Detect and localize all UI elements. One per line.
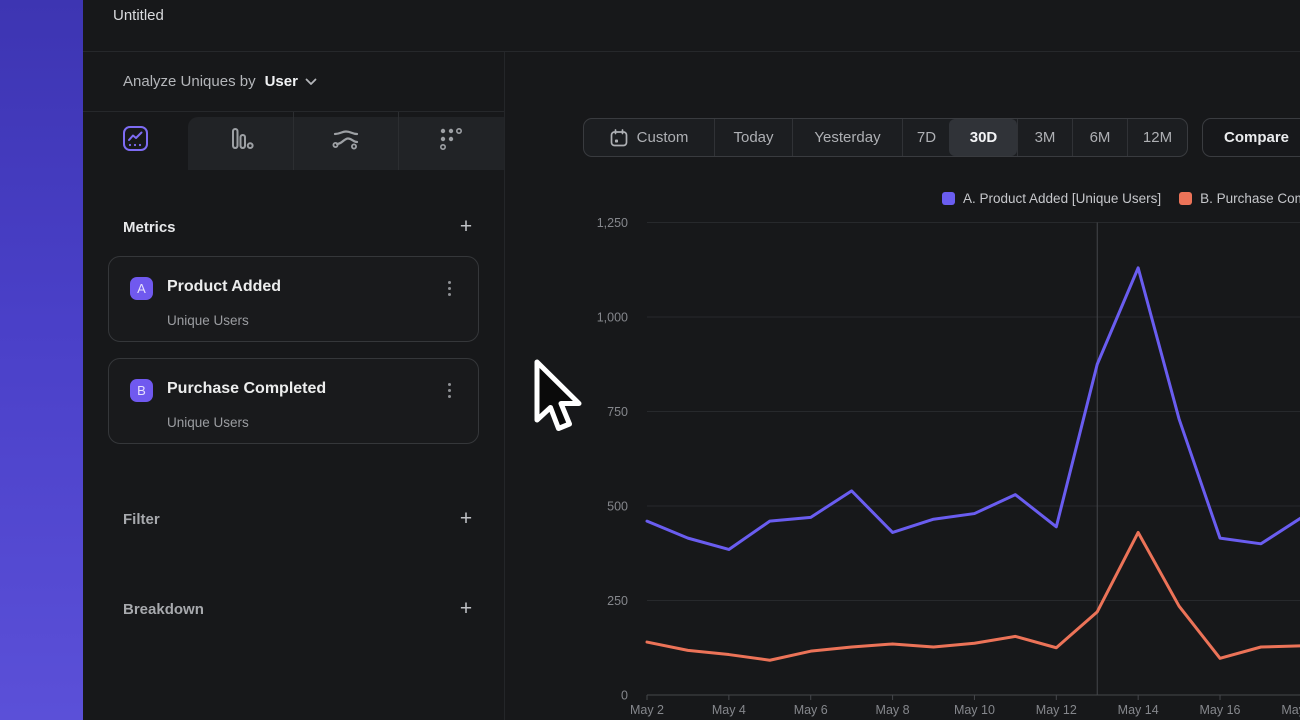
svg-text:May 18: May 18 bbox=[1281, 703, 1300, 717]
svg-text:250: 250 bbox=[607, 594, 628, 608]
app-window: Untitled Analyze Uniques by User bbox=[0, 0, 1300, 720]
svg-text:May 12: May 12 bbox=[1036, 703, 1077, 717]
svg-text:May 14: May 14 bbox=[1118, 703, 1159, 717]
timeseries-chart[interactable]: 0 250 500 750 1,000 1,250 May 2 May 4 May 6 May 8… bbox=[0, 0, 1300, 720]
svg-text:May 4: May 4 bbox=[712, 703, 746, 717]
svg-text:1,250: 1,250 bbox=[597, 216, 628, 230]
svg-text:May 2: May 2 bbox=[630, 703, 664, 717]
svg-text:1,000: 1,000 bbox=[597, 311, 628, 325]
svg-text:0: 0 bbox=[621, 689, 628, 703]
svg-text:750: 750 bbox=[607, 405, 628, 419]
svg-text:500: 500 bbox=[607, 500, 628, 514]
svg-text:May 10: May 10 bbox=[954, 703, 995, 717]
svg-text:May 6: May 6 bbox=[794, 703, 828, 717]
svg-text:May 8: May 8 bbox=[876, 703, 910, 717]
svg-text:May 16: May 16 bbox=[1200, 703, 1241, 717]
